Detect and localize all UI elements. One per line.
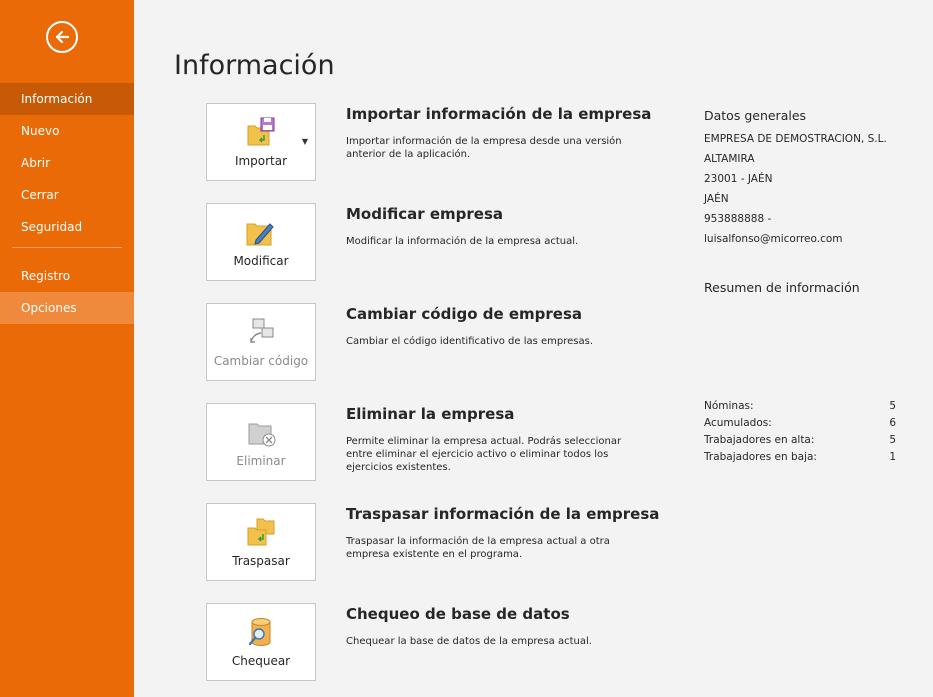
delete-folder-icon: [248, 423, 276, 447]
main-content: Información Importar ▼ Importar informac…: [134, 0, 933, 697]
action-importar: Importar ▼ Importar información de la em…: [206, 103, 766, 181]
stat-row: Trabajadores en baja: 1: [704, 449, 896, 466]
action-description: Importar información de la empresa desde…: [346, 136, 622, 160]
company-name: EMPRESA DE DEMOSTRACION, S.L.: [704, 133, 887, 145]
delete-button[interactable]: Eliminar: [206, 403, 316, 481]
stat-label: Trabajadores en baja:: [704, 451, 817, 463]
stat-row: Trabajadores en alta: 5: [704, 432, 896, 449]
stat-label: Acumulados:: [704, 417, 772, 429]
check-button-label: Chequear: [231, 654, 291, 668]
change-code-button-label: Cambiar código: [213, 354, 309, 368]
company-email: luisalfonso@micorreo.com: [704, 233, 843, 245]
action-eliminar: Eliminar Eliminar la empresa Permite eli…: [206, 403, 766, 481]
sidebar-item-nuevo[interactable]: Nuevo: [0, 115, 134, 147]
action-title: Chequeo de base de datos: [346, 605, 570, 623]
page-title: Información: [174, 50, 335, 81]
import-button-label: Importar: [234, 154, 288, 168]
transfer-button-label: Traspasar: [232, 554, 290, 568]
sidebar-divider: [12, 247, 122, 248]
action-description: Cambiar el código identificativo de las …: [346, 336, 594, 347]
company-postal-code: 23001 - JAÉN: [704, 173, 773, 185]
action-description: Traspasar la información de la empresa a…: [346, 536, 610, 560]
delete-button-label: Eliminar: [236, 454, 286, 468]
transfer-folder-icon: [247, 518, 275, 546]
sidebar-nav: Información Nuevo Abrir Cerrar Seguridad…: [0, 83, 134, 324]
check-button[interactable]: Chequear: [206, 603, 316, 681]
sidebar-item-abrir[interactable]: Abrir: [0, 147, 134, 179]
dropdown-caret-icon[interactable]: ▼: [302, 137, 308, 146]
stat-value: 5: [889, 400, 896, 412]
action-chequear: Chequear Chequeo de base de datos Cheque…: [206, 603, 766, 681]
general-data-panel: Datos generales EMPRESA DE DEMOSTRACION,…: [704, 108, 899, 249]
stat-label: Nóminas:: [704, 400, 754, 412]
arrow-left-icon: [55, 30, 70, 44]
company-phone: 953888888 -: [704, 213, 772, 225]
action-traspasar: Traspasar Traspasar información de la em…: [206, 503, 766, 581]
action-title: Cambiar código de empresa: [346, 305, 583, 323]
stat-value: 6: [889, 417, 896, 429]
action-title: Modificar empresa: [346, 205, 504, 223]
action-description: Modificar la información de la empresa a…: [346, 236, 579, 247]
stat-row: Nóminas: 5: [704, 398, 896, 415]
edit-folder-icon: [246, 223, 274, 246]
action-cambiar-codigo: Cambiar código Cambiar código de empresa…: [206, 303, 766, 381]
action-description: Permite eliminar la empresa actual. Podr…: [346, 436, 622, 473]
database-check-icon: [248, 618, 271, 646]
stat-value: 1: [889, 451, 896, 463]
summary-heading: Resumen de información: [704, 280, 860, 295]
action-title: Traspasar información de la empresa: [346, 505, 660, 523]
sidebar-item-informacion[interactable]: Información: [0, 83, 134, 115]
stat-label: Trabajadores en alta:: [704, 434, 815, 446]
general-data-heading: Datos generales: [704, 108, 807, 123]
company-address: ALTAMIRA: [704, 153, 755, 165]
change-code-icon: [250, 318, 274, 343]
sidebar-item-cerrar[interactable]: Cerrar: [0, 179, 134, 211]
action-description: Chequear la base de datos de la empresa …: [346, 636, 592, 647]
modify-button[interactable]: Modificar: [206, 203, 316, 281]
change-code-button[interactable]: Cambiar código: [206, 303, 316, 381]
summary-stats: Nóminas: 5 Acumulados: 6 Trabajadores en…: [704, 398, 896, 466]
modify-button-label: Modificar: [233, 254, 289, 268]
action-title: Importar información de la empresa: [346, 105, 652, 123]
action-modificar: Modificar Modificar empresa Modificar la…: [206, 203, 766, 281]
sidebar-item-registro[interactable]: Registro: [0, 260, 134, 292]
transfer-button[interactable]: Traspasar: [206, 503, 316, 581]
action-title: Eliminar la empresa: [346, 405, 515, 423]
import-button[interactable]: Importar ▼: [206, 103, 316, 181]
stat-value: 5: [889, 434, 896, 446]
import-folder-icon: [247, 117, 275, 146]
sidebar: Información Nuevo Abrir Cerrar Seguridad…: [0, 0, 134, 697]
sidebar-item-seguridad[interactable]: Seguridad: [0, 211, 134, 243]
company-province: JAÉN: [704, 193, 729, 205]
back-button[interactable]: [46, 21, 78, 53]
stat-row: Acumulados: 6: [704, 415, 896, 432]
sidebar-item-opciones[interactable]: Opciones: [0, 292, 134, 324]
